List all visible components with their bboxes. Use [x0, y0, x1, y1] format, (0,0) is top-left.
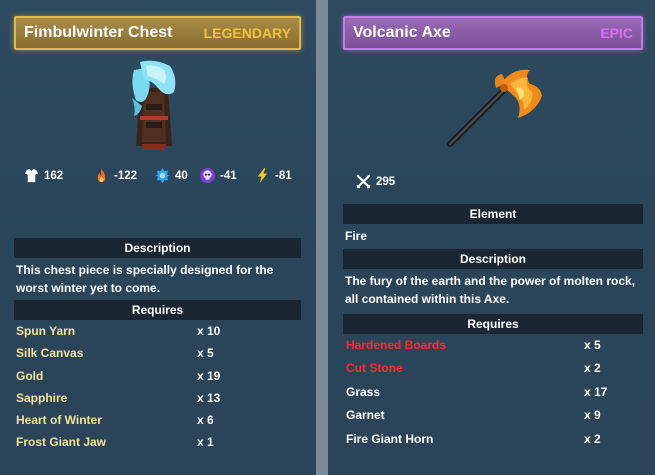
requirement-name: Silk Canvas [16, 346, 84, 360]
stat-fire: -122 [94, 168, 137, 183]
crossed-swords-icon [356, 174, 371, 189]
armor-icon [24, 168, 39, 183]
requires-header: Requires [14, 300, 301, 320]
poison-resist-value: -41 [220, 169, 237, 182]
requirement-name: Spun Yarn [16, 324, 76, 338]
rarity-label: EPIC [600, 25, 633, 41]
item-title: Fimbulwinter Chest [24, 24, 173, 41]
requirement-row: Grass x 17 [346, 384, 643, 400]
stat-poison: -41 [200, 168, 237, 183]
description-header: Description [14, 238, 301, 258]
stat-lightning: -81 [255, 168, 292, 183]
requirement-name: Heart of Winter [16, 413, 102, 427]
requirement-row: Heart of Winter x 6 [16, 412, 301, 428]
fire-icon [97, 168, 106, 183]
requirement-row: Gold x 19 [16, 368, 301, 384]
requirement-name: Garnet [346, 408, 385, 422]
stat-damage: 295 [356, 174, 395, 189]
description-header: Description [343, 249, 643, 269]
requirement-qty: x 13 [197, 391, 221, 405]
stats-row: 162 -122 40 -41 -81 [24, 168, 304, 186]
element-value: Fire [345, 229, 368, 243]
description-text: This chest piece is specially designed f… [16, 263, 274, 295]
description-text: The fury of the earth and the power of m… [345, 274, 636, 306]
requirement-qty: x 17 [584, 385, 608, 399]
lightning-resist-value: -81 [275, 169, 292, 182]
fur-chest-armor-icon [132, 60, 176, 150]
volcanic-axe-icon [447, 69, 542, 147]
item-card-fimbulwinter-chest: Fimbulwinter Chest LEGENDARY 162 -122 40… [0, 0, 316, 475]
requirement-qty: x 9 [584, 408, 601, 422]
requirement-name: Hardened Boards [346, 338, 447, 352]
element-header: Element [343, 204, 643, 224]
requirement-row: Fire Giant Horn x 2 [346, 431, 643, 447]
requirement-row: Frost Giant Jaw x 1 [16, 434, 301, 450]
requirement-name: Gold [16, 369, 44, 383]
damage-value: 295 [376, 175, 396, 188]
poison-skull-icon [200, 168, 215, 183]
requirement-row: Silk Canvas x 5 [16, 345, 301, 361]
lightning-icon [257, 168, 268, 183]
requirement-qty: x 1 [197, 435, 214, 449]
requires-header: Requires [343, 314, 643, 334]
requirement-row: Sapphire x 13 [16, 390, 301, 406]
requirement-qty: x 6 [197, 413, 214, 427]
requirement-row-missing: Hardened Boards x 5 [346, 337, 643, 353]
requirement-qty: x 2 [584, 361, 601, 375]
requirement-row: Spun Yarn x 10 [16, 323, 301, 339]
requirement-qty: x 2 [584, 432, 601, 446]
item-header: Volcanic Axe EPIC [343, 16, 643, 50]
stats-row: 295 [356, 174, 436, 192]
armor-value: 162 [44, 169, 64, 182]
requirement-qty: x 5 [584, 338, 601, 352]
item-header: Fimbulwinter Chest LEGENDARY [14, 16, 301, 50]
requirement-qty: x 5 [197, 346, 214, 360]
requirement-row: Garnet x 9 [346, 407, 643, 423]
requirement-row-missing: Cut Stone x 2 [346, 360, 643, 376]
requirement-name: Fire Giant Horn [346, 432, 434, 446]
fire-resist-value: -122 [114, 169, 138, 182]
requirement-name: Cut Stone [346, 361, 403, 375]
item-title: Volcanic Axe [353, 24, 451, 41]
frost-resist-value: 40 [175, 169, 188, 182]
frost-icon [155, 168, 170, 183]
requirement-name: Grass [346, 385, 381, 399]
stat-frost: 40 [155, 168, 188, 183]
requirement-qty: x 19 [197, 369, 221, 383]
rarity-label: LEGENDARY [203, 25, 291, 41]
requirement-qty: x 10 [197, 324, 221, 338]
stat-armor: 162 [24, 168, 63, 183]
requirement-name: Frost Giant Jaw [16, 435, 107, 449]
requirement-name: Sapphire [16, 391, 68, 405]
